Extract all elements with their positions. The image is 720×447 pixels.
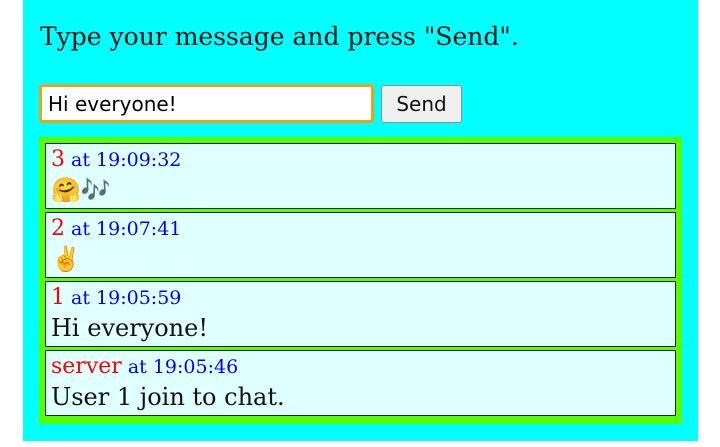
message-meta: 2 at 19:07:41 bbox=[51, 215, 670, 243]
message-text: ✌️ bbox=[51, 245, 81, 273]
message-item: server at 19:05:46 User 1 join to chat. bbox=[45, 350, 676, 416]
message-time-prefix: at bbox=[65, 218, 97, 240]
message-text: Hi everyone! bbox=[51, 314, 208, 342]
instruction-text: Type your message and press "Send". bbox=[40, 22, 519, 51]
message-meta: 1 at 19:05:59 bbox=[51, 284, 670, 312]
message-sender: 1 bbox=[51, 285, 65, 310]
message-time: 19:09:32 bbox=[96, 149, 182, 171]
message-meta: server at 19:05:46 bbox=[51, 353, 670, 381]
message-time: 19:07:41 bbox=[96, 218, 182, 240]
message-sender: 2 bbox=[51, 216, 65, 241]
message-time-prefix: at bbox=[65, 287, 97, 309]
message-sender: server bbox=[51, 354, 122, 379]
message-item: 2 at 19:07:41 ✌️ bbox=[45, 212, 676, 278]
message-meta: 3 at 19:09:32 bbox=[51, 146, 670, 174]
message-time: 19:05:46 bbox=[152, 356, 239, 378]
message-time: 19:05:59 bbox=[96, 287, 182, 309]
message-sender: 3 bbox=[51, 147, 65, 172]
message-input[interactable] bbox=[39, 84, 374, 123]
message-item: 1 at 19:05:59 Hi everyone! bbox=[45, 281, 676, 347]
message-text: User 1 join to chat. bbox=[51, 383, 285, 411]
message-time-prefix: at bbox=[65, 149, 97, 171]
message-text: 🤗🎶 bbox=[51, 176, 111, 204]
send-button[interactable]: Send bbox=[381, 85, 462, 123]
message-log: 3 at 19:09:32 🤗🎶 2 at 19:07:41 ✌️ 1 at 1… bbox=[39, 137, 682, 424]
message-time-prefix: at bbox=[121, 356, 153, 378]
chat-app: Type your message and press "Send". Send… bbox=[23, 0, 698, 441]
message-item: 3 at 19:09:32 🤗🎶 bbox=[45, 143, 676, 209]
